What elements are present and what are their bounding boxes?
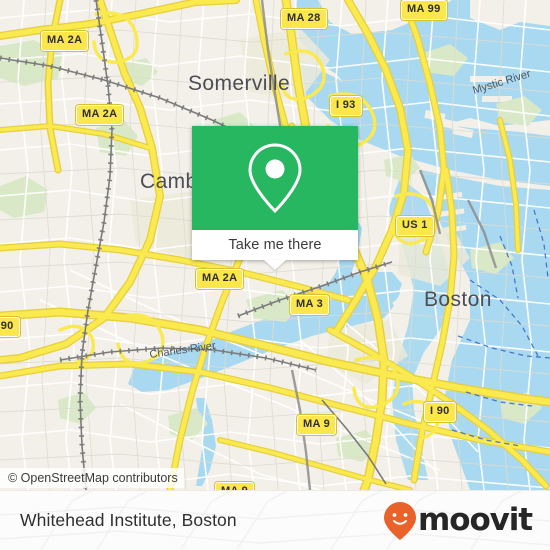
road-shield: MA 9 bbox=[215, 482, 255, 490]
road-shield: MA 99 bbox=[401, 0, 447, 20]
road-shield: MA 9 bbox=[297, 415, 337, 435]
map-screenshot: Somerville Cambridge Boston Mystic River… bbox=[0, 0, 550, 550]
map-viewport[interactable]: Somerville Cambridge Boston Mystic River… bbox=[0, 0, 550, 490]
moovit-logo[interactable]: moovit bbox=[383, 501, 533, 541]
map-attribution[interactable]: © OpenStreetMap contributors bbox=[0, 468, 184, 488]
road-shield: US 1 bbox=[396, 216, 434, 236]
popup-action-bar[interactable]: Take me there bbox=[192, 230, 358, 260]
road-shield: MA 2A bbox=[196, 269, 244, 289]
map-label-somerville: Somerville bbox=[188, 72, 290, 95]
moovit-smiley-pin-icon bbox=[384, 501, 417, 540]
road-shield: MA 3 bbox=[290, 295, 330, 315]
map-pin-icon bbox=[248, 143, 302, 214]
take-me-there-label: Take me there bbox=[228, 237, 322, 253]
road-shield: MA 28 bbox=[281, 9, 327, 29]
popup-image-panel bbox=[192, 126, 358, 230]
road-shield: I 90 bbox=[424, 402, 456, 422]
popup-pointer-tail bbox=[264, 260, 286, 270]
bottom-info-bar: Whitehead Institute, Boston moovit bbox=[0, 490, 550, 550]
location-popup-card[interactable]: Take me there bbox=[192, 126, 358, 270]
attribution-text: © OpenStreetMap contributors bbox=[8, 471, 178, 485]
road-shield: MA 2A bbox=[41, 31, 89, 51]
place-title: Whitehead Institute, Boston bbox=[20, 510, 237, 530]
moovit-wordmark: moovit bbox=[418, 502, 533, 538]
road-shield: I 90 bbox=[0, 317, 20, 337]
road-shield: MA 2A bbox=[76, 105, 124, 125]
road-shield: I 93 bbox=[330, 96, 362, 116]
map-label-boston: Boston bbox=[424, 288, 492, 311]
